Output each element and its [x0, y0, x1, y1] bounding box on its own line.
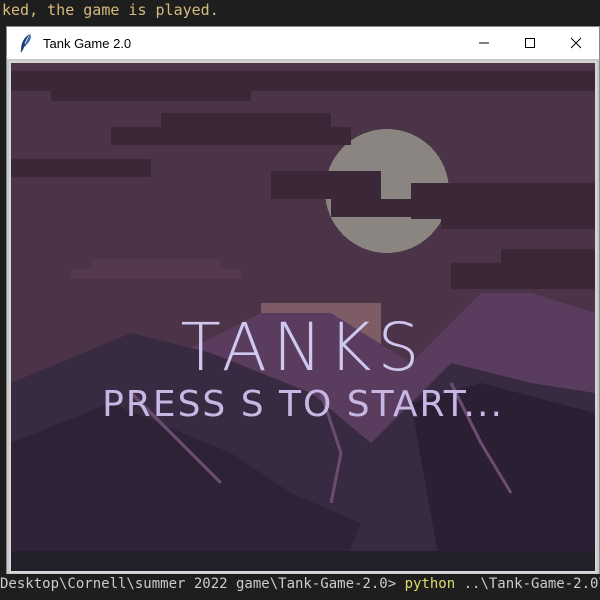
terminal-prompt-path: Desktop\Cornell\summer 2022 game\Tank-Ga… [0, 576, 405, 592]
terminal-command: python [404, 576, 456, 592]
close-icon [570, 37, 582, 49]
game-canvas-frame: TANKS PRESS S TO START... [7, 59, 599, 575]
terminal-output-line: ked, the game is played. [0, 0, 600, 26]
terminal-command-args: ..\Tank-Game-2.0\ [455, 576, 600, 592]
minimize-icon [479, 42, 489, 44]
game-window: Tank Game 2.0 TANKS PRESS S TO START... [6, 26, 600, 576]
feather-icon [20, 34, 31, 53]
game-title: TANKS [180, 309, 426, 386]
close-button[interactable] [553, 27, 599, 59]
minimize-button[interactable] [461, 27, 507, 59]
window-title: Tank Game 2.0 [43, 35, 132, 51]
game-canvas[interactable]: TANKS PRESS S TO START... [11, 63, 595, 571]
window-titlebar[interactable]: Tank Game 2.0 [7, 27, 599, 59]
terminal-prompt-line: Desktop\Cornell\summer 2022 game\Tank-Ga… [0, 574, 600, 600]
start-prompt: PRESS S TO START... [102, 384, 504, 425]
maximize-button[interactable] [507, 27, 553, 59]
maximize-icon [525, 38, 535, 48]
